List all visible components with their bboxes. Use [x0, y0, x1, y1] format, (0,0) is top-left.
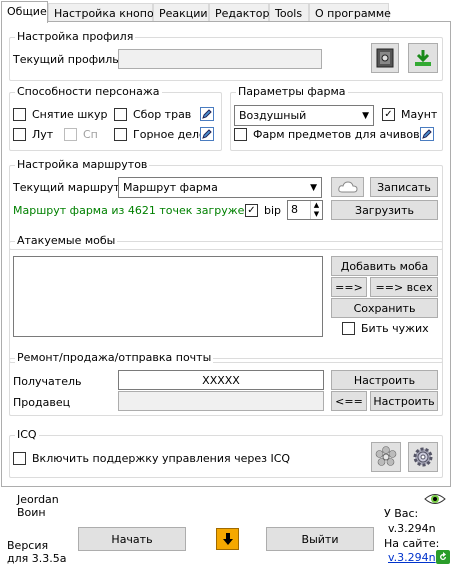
- herbs-checkbox[interactable]: [114, 108, 127, 121]
- icq-flower-button[interactable]: [371, 442, 401, 472]
- down-arrow-button[interactable]: [216, 528, 239, 550]
- skills-group: Способности персонажа: [9, 85, 222, 151]
- routes-group-title: Настройка маршрутов: [15, 158, 150, 171]
- seller-label: Продавец: [13, 396, 71, 409]
- beat-others-checkbox[interactable]: [342, 322, 355, 335]
- pencil-icon: [200, 107, 214, 121]
- skin-label: Снятие шкур: [32, 108, 108, 121]
- download-icon: [415, 50, 431, 66]
- gear-icon: [413, 447, 433, 467]
- tab-tools[interactable]: Tools: [269, 3, 309, 22]
- seller-configure-button[interactable]: Настроить: [370, 391, 438, 411]
- tab-general[interactable]: Общие: [1, 1, 48, 23]
- mining-edit-button[interactable]: [199, 126, 215, 142]
- recipient-configure-button[interactable]: Настроить: [331, 370, 438, 390]
- herbs-label: Сбор трав: [133, 108, 192, 121]
- tab-about[interactable]: О программе: [309, 3, 391, 22]
- bip-stepper-arrows[interactable]: ▲ ▼: [310, 201, 322, 219]
- chevron-down-icon: ▼: [362, 111, 369, 121]
- local-version-label: У Вас:: [384, 507, 419, 520]
- mobs-list[interactable]: [13, 256, 323, 337]
- version-value: для 3.3.5a: [7, 552, 67, 565]
- pencil-icon: [200, 127, 214, 141]
- version-label: Версия: [7, 539, 49, 552]
- skills-group-title: Способности персонажа: [15, 85, 162, 98]
- recipient-label: Получатель: [13, 375, 82, 388]
- icq-group-title: ICQ: [15, 428, 39, 441]
- site-version-link[interactable]: v.3.294n: [388, 551, 436, 564]
- mining-label: Горное дело: [133, 128, 206, 141]
- bip-label: bip: [264, 204, 282, 217]
- move-one-button[interactable]: ==>: [331, 277, 367, 297]
- mobs-group-title: Атакуемые мобы: [15, 234, 118, 247]
- loot-checkbox[interactable]: [13, 128, 26, 141]
- beat-others-label: Бить чужих: [361, 322, 429, 335]
- icq-enable-label: Включить поддержку управления через ICQ: [32, 452, 291, 465]
- icq-settings-button[interactable]: [408, 442, 438, 472]
- start-button[interactable]: Начать: [78, 527, 186, 551]
- pencil-icon: [420, 127, 434, 141]
- move-all-button[interactable]: ==> всех: [370, 277, 438, 297]
- current-profile-field[interactable]: [118, 49, 322, 69]
- save-mobs-button[interactable]: Сохранить: [331, 298, 438, 318]
- general-panel: Настройка профиля Текущий профиль Способ…: [1, 21, 451, 487]
- current-profile-label: Текущий профиль: [13, 53, 119, 66]
- tab-button-settings[interactable]: Настройка кнопок: [48, 3, 160, 22]
- seller-field[interactable]: [118, 391, 324, 411]
- farm-mode-value: Воздушный: [239, 109, 307, 122]
- character-name: Jeordan: [17, 493, 59, 506]
- add-mob-button[interactable]: Добавить моба: [331, 256, 438, 276]
- exit-button[interactable]: Выйти: [266, 527, 374, 551]
- mount-checkbox[interactable]: ✓: [382, 108, 395, 121]
- eye-icon[interactable]: [424, 492, 446, 506]
- character-class: Воин: [17, 506, 46, 519]
- current-route-value: Маршрут фарма: [123, 181, 218, 194]
- arrow-down-icon: [222, 533, 233, 545]
- stepper-up-icon[interactable]: ▲: [311, 201, 322, 210]
- tab-reactions[interactable]: Реакции: [153, 3, 209, 22]
- cloud-button[interactable]: [331, 177, 364, 197]
- bip-stepper-value: 8: [291, 203, 298, 216]
- mining-checkbox[interactable]: [114, 128, 127, 141]
- seller-back-button[interactable]: <==: [331, 391, 367, 411]
- current-route-select[interactable]: Маршрут фарма ▼: [118, 177, 322, 198]
- safe-icon: [376, 48, 394, 68]
- icq-flower-icon: [375, 446, 397, 466]
- stepper-down-icon[interactable]: ▼: [311, 210, 322, 219]
- icq-enable-checkbox[interactable]: [13, 452, 26, 465]
- achievement-items-checkbox[interactable]: [234, 128, 247, 141]
- route-status-text: Маршрут фарма из 4621 точек загружен: [13, 204, 252, 217]
- farm-mode-select[interactable]: Воздушный ▼: [234, 105, 374, 126]
- sp-checkbox[interactable]: [64, 128, 77, 141]
- achievement-items-label: Фарм предметов для ачивов: [253, 128, 420, 141]
- load-route-button[interactable]: Загрузить: [331, 200, 438, 220]
- bip-checkbox[interactable]: ✓: [245, 204, 258, 217]
- herbs-edit-button[interactable]: [199, 106, 215, 122]
- profile-open-button[interactable]: [371, 43, 399, 73]
- achievement-items-edit-button[interactable]: [419, 126, 435, 142]
- record-route-button[interactable]: Записать: [370, 177, 438, 197]
- mail-group-title: Ремонт/продажа/отправка почты: [15, 351, 214, 364]
- site-version-label: На сайте:: [384, 537, 440, 550]
- profile-download-button[interactable]: [408, 43, 438, 73]
- tab-editor[interactable]: Редактор: [209, 3, 270, 22]
- current-route-label: Текущий маршрут: [13, 181, 120, 194]
- sp-label: Сп: [83, 128, 98, 141]
- mount-label: Маунт: [401, 108, 438, 121]
- local-version-value: v.3.294n: [388, 522, 436, 535]
- farm-group-title: Параметры фарма: [236, 85, 348, 98]
- chevron-down-icon: ▼: [310, 183, 317, 193]
- recipient-field[interactable]: XXXXX: [118, 370, 324, 390]
- loot-label: Лут: [32, 128, 54, 141]
- profile-group-title: Настройка профиля: [15, 30, 136, 43]
- cloud-icon: [337, 181, 358, 193]
- refresh-icon[interactable]: [436, 550, 450, 564]
- skin-checkbox[interactable]: [13, 108, 26, 121]
